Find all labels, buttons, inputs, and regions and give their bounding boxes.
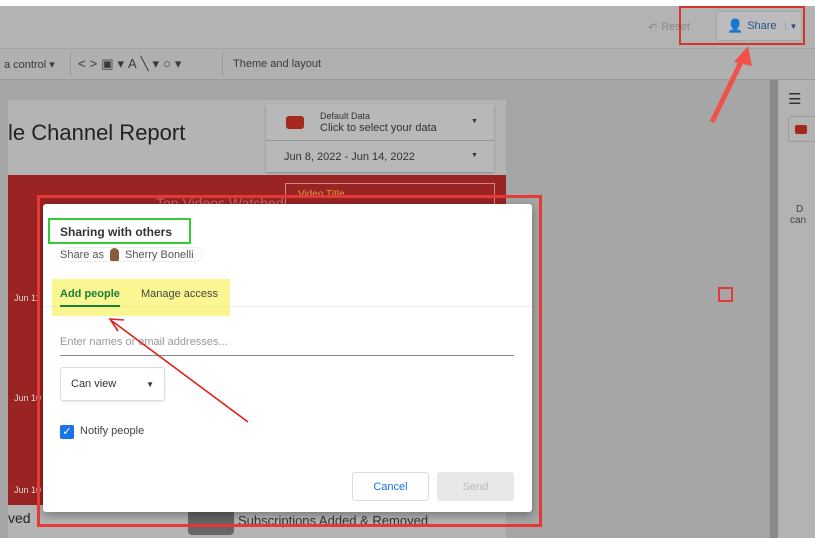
add-control-menu[interactable]: a control ▾ <box>4 58 55 71</box>
annotation-share-box <box>679 6 805 45</box>
shape-icon[interactable]: ○▾ <box>163 56 185 71</box>
data-source-chip[interactable] <box>788 116 815 142</box>
youtube-icon <box>795 125 807 134</box>
tab-manage-access[interactable]: Manage access <box>141 288 218 300</box>
table-icon[interactable]: ☰ <box>788 90 801 108</box>
theme-layout-button[interactable]: Theme and layout <box>233 58 321 70</box>
youtube-icon <box>286 116 304 129</box>
insert-tools[interactable]: <>▣▾A╲▾○▾ <box>78 56 185 72</box>
line-icon[interactable]: ╲▾ <box>141 56 163 71</box>
data-source-selector[interactable]: Default Data Click to select your data ▼ <box>266 104 494 140</box>
properties-panel: ☰ D can <box>778 80 815 538</box>
panel-divider[interactable] <box>770 80 778 538</box>
tab-add-people[interactable]: Add people <box>60 288 120 307</box>
embed-icon[interactable]: <> <box>78 56 101 71</box>
chevron-down-icon: ▼ <box>471 118 478 125</box>
chevron-down-icon: ▼ <box>471 152 478 159</box>
annotation-dialog-box <box>37 195 542 527</box>
undo-icon: ↶ <box>648 21 658 34</box>
annotation-title-box <box>48 218 191 244</box>
toolbar-divider <box>222 53 223 75</box>
active-tab-indicator <box>60 305 120 307</box>
toolbar: a control ▾ <>▣▾A╲▾○▾ Theme and layout <box>0 48 815 80</box>
annotation-small-box <box>718 287 733 302</box>
image-icon[interactable]: ▣▾ <box>101 56 128 71</box>
report-title: le Channel Report <box>8 120 186 145</box>
date-range-selector[interactable]: Jun 8, 2022 - Jun 14, 2022 ▼ <box>266 141 494 172</box>
toolbar-divider <box>70 53 71 75</box>
text-icon[interactable]: A <box>128 56 141 71</box>
